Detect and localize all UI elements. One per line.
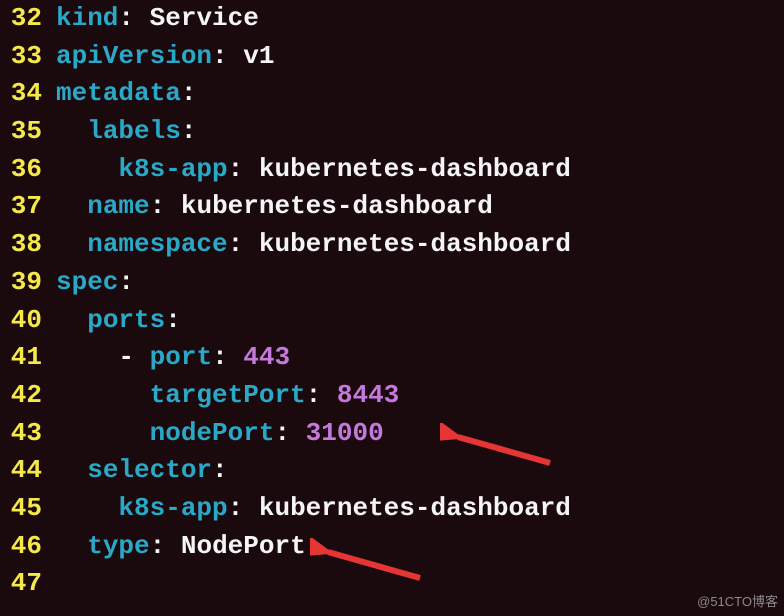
code-line: 39spec: bbox=[0, 264, 784, 302]
yaml-key: targetPort bbox=[150, 380, 306, 410]
yaml-key: labels bbox=[87, 116, 181, 146]
yaml-value: NodePort bbox=[181, 531, 306, 561]
line-content: k8s-app: kubernetes-dashboard bbox=[56, 151, 784, 189]
yaml-value: Service bbox=[150, 3, 259, 33]
yaml-value: 31000 bbox=[306, 418, 384, 448]
line-number: 36 bbox=[0, 151, 56, 189]
line-content: name: kubernetes-dashboard bbox=[56, 188, 784, 226]
yaml-value: 443 bbox=[243, 342, 290, 372]
code-line: 40 ports: bbox=[0, 302, 784, 340]
code-line: 47 bbox=[0, 565, 784, 603]
line-content: nodePort: 31000 bbox=[56, 415, 784, 453]
code-line: 37 name: kubernetes-dashboard bbox=[0, 188, 784, 226]
code-line: 32kind: Service bbox=[0, 0, 784, 38]
yaml-key: port bbox=[150, 342, 212, 372]
code-line: 36 k8s-app: kubernetes-dashboard bbox=[0, 151, 784, 189]
yaml-key: nodePort bbox=[150, 418, 275, 448]
code-line: 33apiVersion: v1 bbox=[0, 38, 784, 76]
yaml-key: ports bbox=[87, 305, 165, 335]
yaml-key: k8s-app bbox=[118, 493, 227, 523]
yaml-key: namespace bbox=[87, 229, 227, 259]
code-line: 42 targetPort: 8443 bbox=[0, 377, 784, 415]
line-number: 38 bbox=[0, 226, 56, 264]
line-number: 47 bbox=[0, 565, 56, 603]
line-content: selector: bbox=[56, 452, 784, 490]
code-line: 44 selector: bbox=[0, 452, 784, 490]
line-number: 44 bbox=[0, 452, 56, 490]
line-content: type: NodePort bbox=[56, 528, 784, 566]
code-line: 43 nodePort: 31000 bbox=[0, 415, 784, 453]
yaml-value: kubernetes-dashboard bbox=[181, 191, 493, 221]
watermark: @51CTO博客 bbox=[697, 593, 778, 612]
yaml-key: k8s-app bbox=[118, 154, 227, 184]
code-line: 45 k8s-app: kubernetes-dashboard bbox=[0, 490, 784, 528]
line-number: 42 bbox=[0, 377, 56, 415]
line-content: k8s-app: kubernetes-dashboard bbox=[56, 490, 784, 528]
line-content: ports: bbox=[56, 302, 784, 340]
line-content: labels: bbox=[56, 113, 784, 151]
yaml-key: kind bbox=[56, 3, 118, 33]
line-number: 40 bbox=[0, 302, 56, 340]
line-number: 35 bbox=[0, 113, 56, 151]
yaml-key: selector bbox=[87, 455, 212, 485]
code-line: 34metadata: bbox=[0, 75, 784, 113]
line-number: 45 bbox=[0, 490, 56, 528]
line-content: kind: Service bbox=[56, 0, 784, 38]
code-line: 46 type: NodePort bbox=[0, 528, 784, 566]
line-content: targetPort: 8443 bbox=[56, 377, 784, 415]
line-content: namespace: kubernetes-dashboard bbox=[56, 226, 784, 264]
code-line: 41 - port: 443 bbox=[0, 339, 784, 377]
line-number: 39 bbox=[0, 264, 56, 302]
line-content: apiVersion: v1 bbox=[56, 38, 784, 76]
line-content bbox=[56, 565, 784, 603]
line-number: 37 bbox=[0, 188, 56, 226]
yaml-key: type bbox=[87, 531, 149, 561]
yaml-value: kubernetes-dashboard bbox=[259, 154, 571, 184]
yaml-key: name bbox=[87, 191, 149, 221]
code-block: 32kind: Service33apiVersion: v134metadat… bbox=[0, 0, 784, 603]
yaml-key: spec bbox=[56, 267, 118, 297]
line-number: 34 bbox=[0, 75, 56, 113]
yaml-value: v1 bbox=[243, 41, 274, 71]
line-number: 33 bbox=[0, 38, 56, 76]
line-number: 41 bbox=[0, 339, 56, 377]
yaml-value: 8443 bbox=[337, 380, 399, 410]
line-number: 32 bbox=[0, 0, 56, 38]
yaml-key: metadata bbox=[56, 78, 181, 108]
yaml-key: apiVersion bbox=[56, 41, 212, 71]
line-number: 43 bbox=[0, 415, 56, 453]
code-line: 38 namespace: kubernetes-dashboard bbox=[0, 226, 784, 264]
line-number: 46 bbox=[0, 528, 56, 566]
code-line: 35 labels: bbox=[0, 113, 784, 151]
line-content: - port: 443 bbox=[56, 339, 784, 377]
line-content: metadata: bbox=[56, 75, 784, 113]
yaml-value: kubernetes-dashboard bbox=[259, 493, 571, 523]
line-content: spec: bbox=[56, 264, 784, 302]
yaml-value: kubernetes-dashboard bbox=[259, 229, 571, 259]
